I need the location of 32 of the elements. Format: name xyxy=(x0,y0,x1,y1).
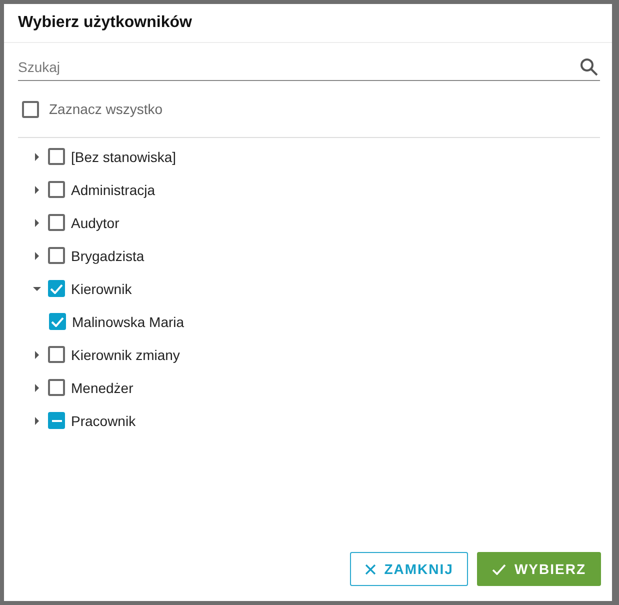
checkbox[interactable] xyxy=(48,346,65,363)
caret-icon[interactable] xyxy=(32,250,42,260)
tree-item-label[interactable]: Menedżer xyxy=(71,380,134,396)
caret-icon[interactable] xyxy=(32,152,42,162)
caret-icon[interactable] xyxy=(32,382,42,392)
caret-icon[interactable] xyxy=(32,416,42,426)
close-icon xyxy=(365,564,376,574)
dash-icon xyxy=(52,420,62,422)
checkbox[interactable] xyxy=(22,100,39,118)
tree-item-label[interactable]: Audytor xyxy=(71,214,120,230)
checkbox[interactable] xyxy=(49,313,66,330)
select-all-label[interactable]: Zaznacz wszystko xyxy=(49,101,163,117)
checkbox[interactable] xyxy=(48,247,65,264)
tree-item-label[interactable]: Kierownik xyxy=(71,280,132,296)
check-icon xyxy=(492,564,506,574)
caret-icon[interactable] xyxy=(32,350,42,360)
caret-icon[interactable] xyxy=(32,184,42,194)
tree-item-label[interactable]: Kierownik zmiany xyxy=(71,346,180,362)
dialog-title: Wybierz użytkowników xyxy=(18,14,192,32)
checkbox[interactable] xyxy=(48,280,65,297)
checkbox[interactable] xyxy=(48,379,65,396)
checkbox[interactable] xyxy=(48,412,65,429)
tree-item-label[interactable]: [Bez stanowiska] xyxy=(71,148,176,164)
tree-item-label[interactable]: Brygadzista xyxy=(71,248,144,264)
tree-item-label[interactable]: Malinowska Maria xyxy=(72,314,184,330)
tree-item-label[interactable]: Pracownik xyxy=(71,412,136,428)
tree-item-label[interactable]: Administracja xyxy=(71,182,156,198)
caret-icon[interactable] xyxy=(32,218,42,228)
checkbox[interactable] xyxy=(48,181,65,198)
checkbox[interactable] xyxy=(48,214,65,231)
search-icon[interactable] xyxy=(580,58,598,76)
checkbox[interactable] xyxy=(48,148,65,165)
